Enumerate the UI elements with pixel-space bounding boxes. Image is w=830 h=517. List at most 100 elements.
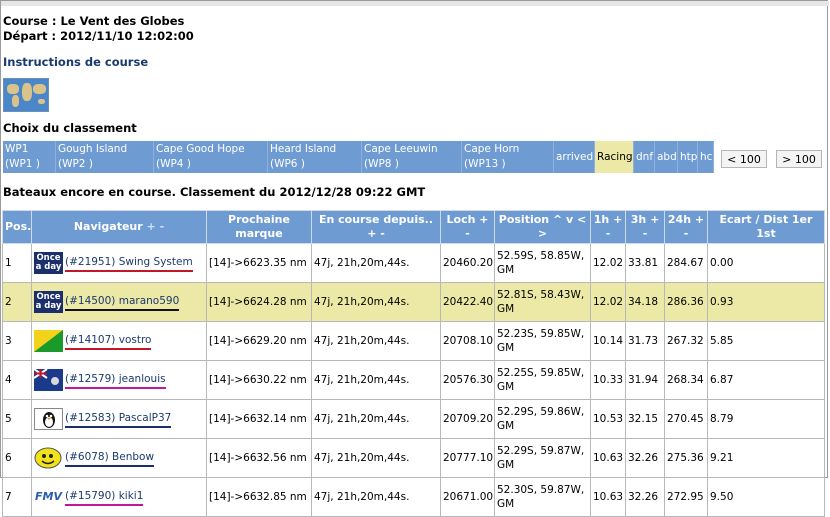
mark-tab-cape-leeuwin[interactable]: Cape Leeuwin (WP8 ) xyxy=(362,141,462,173)
sort-1h-minus[interactable]: - xyxy=(593,227,623,241)
table-row: 6 (#6078) Benbow [14]->6632.56 nm 47j, 21h,… xyxy=(2,438,825,478)
sort-loch[interactable]: + xyxy=(479,213,488,226)
status-tab-arrived[interactable]: arrived xyxy=(554,141,595,173)
mark-tab-wp1[interactable]: WP1 (WP1 ) xyxy=(3,141,56,173)
cell-prochaine-marque: [14]->6624.28 nm xyxy=(206,282,312,322)
cell-pos: 7 xyxy=(2,477,32,517)
sort-3h-minus[interactable]: - xyxy=(628,227,662,241)
mark-code: (WP6 ) xyxy=(270,158,305,170)
mark-label: Cape Horn xyxy=(464,143,520,155)
cell-1h: 10.63 xyxy=(590,438,626,478)
cell-position: 52.29S, 59.87W, GM xyxy=(494,438,591,478)
instructions-link[interactable]: Instructions de course xyxy=(3,55,148,69)
navigator-link[interactable]: (#12579) jeanlouis xyxy=(65,372,166,389)
cell-position: 52.59S, 58.85W, GM xyxy=(494,243,591,283)
navigator-link[interactable]: (#14500) marano590 xyxy=(65,294,180,311)
map-land xyxy=(12,95,19,107)
flag-text: FMV xyxy=(35,490,62,503)
header-label: 24h xyxy=(667,213,692,226)
navigator-link[interactable]: (#21951) Swing System xyxy=(65,255,193,272)
header-label: En course depuis.. xyxy=(318,213,434,226)
status-tab-abd[interactable]: abd xyxy=(655,141,678,173)
mark-label: WP1 xyxy=(5,143,29,155)
header-en-course: En course depuis.. + - xyxy=(311,210,441,244)
boat-flag-icon: Once a day xyxy=(34,291,63,313)
course-map-thumbnail[interactable] xyxy=(3,78,49,112)
status-tab-htp[interactable]: htp xyxy=(678,141,698,173)
cell-ecart: 9.21 xyxy=(707,438,825,478)
header-3h: 3h + - xyxy=(625,210,665,244)
navigator-link[interactable]: (#15790) kiki1 xyxy=(65,489,144,506)
cell-3h: 34.18 xyxy=(625,282,665,322)
cell-ecart: 8.79 xyxy=(707,399,825,439)
ranking-table: Pos. Navigateur + - Prochaine marque En … xyxy=(2,210,825,517)
cell-en-course: 47j, 21h,20m,44s. xyxy=(311,399,441,439)
header-loch: Loch + - xyxy=(440,210,495,244)
sort-position-east[interactable]: > xyxy=(497,227,588,241)
cell-prochaine-marque: [14]->6632.56 nm xyxy=(206,438,312,478)
header-1h: 1h + - xyxy=(590,210,626,244)
cell-1h: 12.02 xyxy=(590,282,626,322)
cell-loch: 20671.00 xyxy=(440,477,495,517)
sort-loch-minus[interactable]: - xyxy=(443,227,492,241)
status-tab-dnf[interactable]: dnf xyxy=(634,141,655,173)
cell-ecart: 9.50 xyxy=(707,477,825,517)
cell-prochaine-marque: [14]->6629.20 nm xyxy=(206,321,312,361)
boat-flag-icon xyxy=(34,369,63,391)
cell-pos: 6 xyxy=(2,438,32,478)
cell-loch: 20709.20 xyxy=(440,399,495,439)
map-land xyxy=(33,84,46,94)
mark-tab-heard-island[interactable]: Heard Island (WP6 ) xyxy=(268,141,362,173)
course-name: Course : Le Vent des Globes xyxy=(3,14,185,28)
sort-1h[interactable]: + xyxy=(613,213,622,226)
sort-24h[interactable]: + xyxy=(695,213,704,226)
sort-3h[interactable]: + xyxy=(650,213,659,226)
cell-en-course: 47j, 21h,20m,44s. xyxy=(311,360,441,400)
map-land xyxy=(38,99,45,104)
sort-en-course[interactable]: + - xyxy=(314,227,438,241)
header-pos: Pos. xyxy=(2,210,32,244)
cell-1h: 10.14 xyxy=(590,321,626,361)
prev-page-button[interactable]: < 100 xyxy=(721,150,767,168)
mark-tab-cape-horn[interactable]: Cape Horn (WP13 ) xyxy=(462,141,554,173)
cell-pos: 2 xyxy=(2,282,32,322)
ranking-selector: WP1 (WP1 ) Gough Island (WP2 ) Cape Good H… xyxy=(3,141,714,173)
choix-title: Choix du classement xyxy=(3,121,137,135)
cell-en-course: 47j, 21h,20m,44s. xyxy=(311,243,441,283)
status-tab-racing[interactable]: Racing xyxy=(595,141,634,173)
status-tab-hc[interactable]: hc xyxy=(698,141,714,173)
navigator-link[interactable]: (#14107) vostro xyxy=(65,333,152,350)
flag-text: Once a day xyxy=(35,292,62,311)
cell-ecart: 0.93 xyxy=(707,282,825,322)
cell-prochaine-marque: [14]->6630.22 nm xyxy=(206,360,312,400)
navigator-link[interactable]: (#12583) PascalP37 xyxy=(65,411,172,428)
sort-navigateur[interactable]: + - xyxy=(147,220,165,233)
cell-pos: 3 xyxy=(2,321,32,361)
mark-code: (WP4 ) xyxy=(156,158,191,170)
cell-prochaine-marque: [14]->6623.35 nm xyxy=(206,243,312,283)
mark-label: Gough Island xyxy=(58,143,128,155)
next-page-button[interactable]: > 100 xyxy=(776,150,822,168)
cell-3h: 33.81 xyxy=(625,243,665,283)
cell-24h: 267.32 xyxy=(664,321,708,361)
cell-loch: 20777.10 xyxy=(440,438,495,478)
map-land xyxy=(22,83,32,101)
cell-en-course: 47j, 21h,20m,44s. xyxy=(311,477,441,517)
header-prochaine-marque: Prochaine marque xyxy=(206,210,312,244)
cell-loch: 20576.30 xyxy=(440,360,495,400)
navigator-link[interactable]: (#6078) Benbow xyxy=(65,450,155,467)
mark-tab-gough-island[interactable]: Gough Island (WP2 ) xyxy=(56,141,154,173)
ranking-subtitle: Bateaux encore en course. Classement du … xyxy=(3,185,426,199)
cell-position: 52.25S, 59.85W, GM xyxy=(494,360,591,400)
boat-flag-icon xyxy=(34,408,63,430)
sort-24h-minus[interactable]: - xyxy=(667,227,705,241)
cell-navigateur: (#14107) vostro xyxy=(31,321,207,361)
cell-24h: 272.95 xyxy=(664,477,708,517)
cell-3h: 31.94 xyxy=(625,360,665,400)
cell-navigateur: FMV (#15790) kiki1 xyxy=(31,477,207,517)
mark-tab-cape-good-hope[interactable]: Cape Good Hope (WP4 ) xyxy=(154,141,268,173)
sort-position[interactable]: ^ v < xyxy=(553,213,586,226)
table-row: 5 (#12583) PascalP37 [14]->6632.14 nm 47j, … xyxy=(2,399,825,439)
cell-navigateur: Once a day (#14500) marano590 xyxy=(31,282,207,322)
mark-code: (WP2 ) xyxy=(58,158,93,170)
